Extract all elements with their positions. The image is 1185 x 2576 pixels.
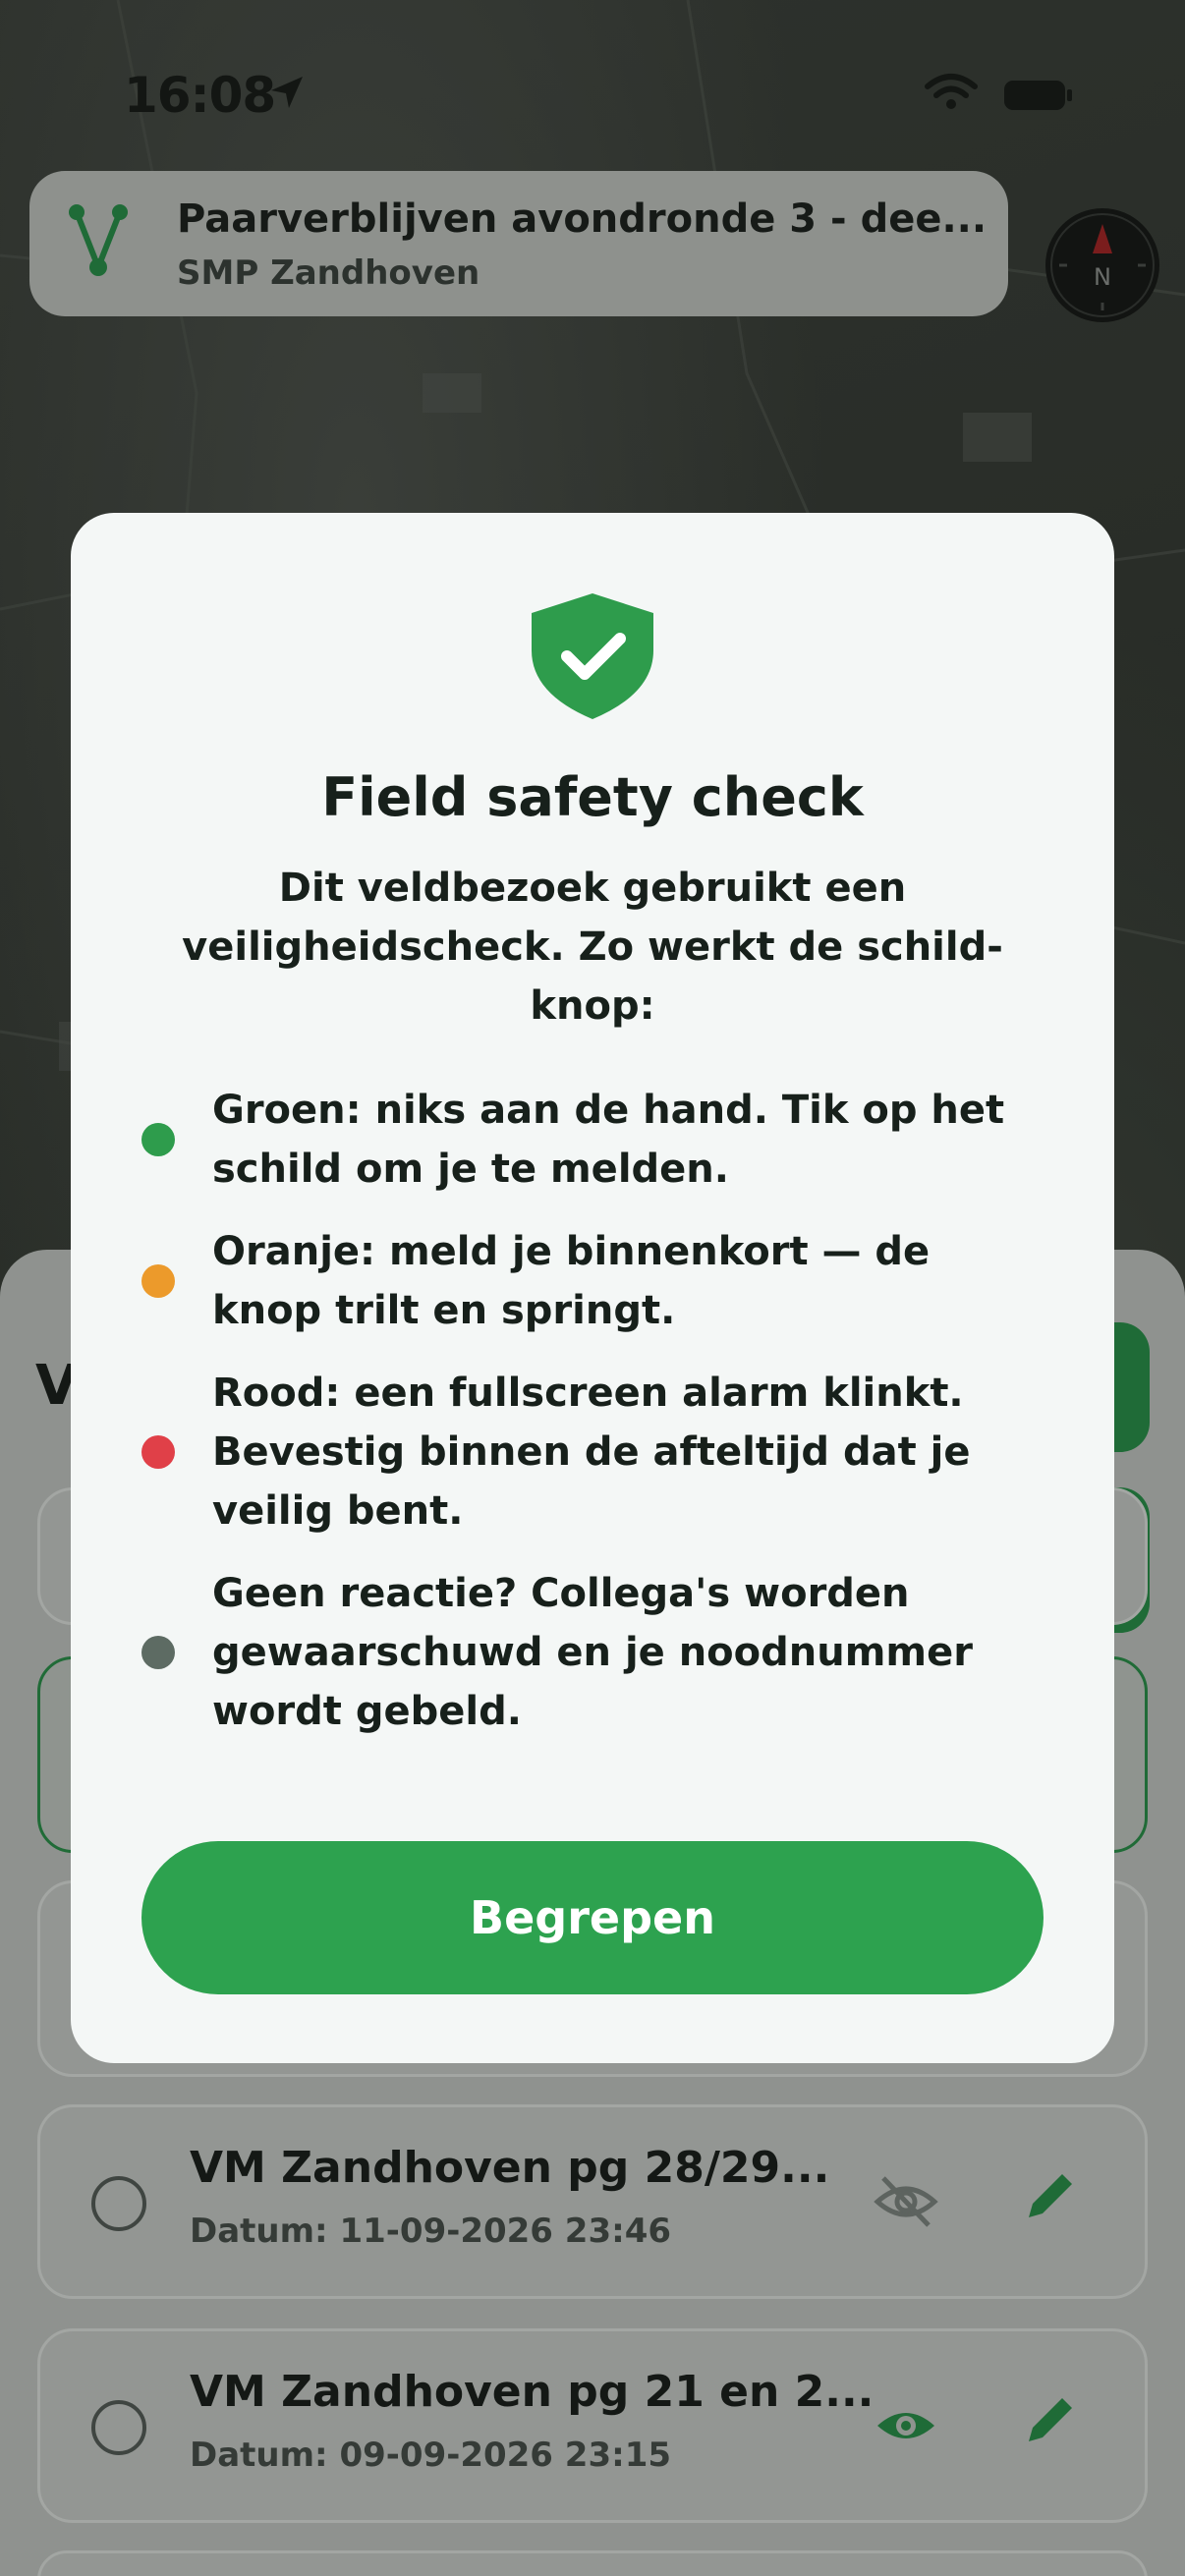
- intro-line: veiligheidscheck. Zo werkt de schild-: [182, 924, 1003, 970]
- item-date: Datum: 11-09-2026 23:46: [190, 2212, 672, 2251]
- route-header-card[interactable]: Paarverblijven avondronde 3 - dee... SMP…: [29, 171, 1008, 316]
- dialog-title: Field safety check: [321, 766, 864, 828]
- battery-icon: [1002, 79, 1073, 116]
- legend-line: gewaarschuwd en je noodnummer: [212, 1630, 973, 1675]
- route-title: Paarverblijven avondronde 3 - dee...: [177, 196, 988, 242]
- item-title: VM Zandhoven pg 21 en 2...: [190, 2367, 875, 2417]
- list-item[interactable]: VM Zandhoven pg 21 en 2... Datum: 09-09-…: [37, 2328, 1148, 2523]
- legend-line: Geen reactie? Collega's worden: [212, 1571, 910, 1616]
- legend-line: veilig bent.: [212, 1488, 464, 1534]
- safety-check-dialog: Field safety check Dit veldbezoek gebrui…: [71, 513, 1114, 2063]
- intro-line: Dit veldbezoek gebruikt een: [278, 866, 907, 911]
- status-dot-grey: [141, 1636, 175, 1669]
- status-dot-green: [141, 1123, 175, 1156]
- status-time: 16:08: [124, 67, 276, 124]
- status-bar: 16:08: [0, 59, 1185, 128]
- list-item[interactable]: VM Zandhoven pg 28/29... Datum: 11-09-20…: [37, 2104, 1148, 2299]
- compass-letter: N: [1094, 263, 1111, 291]
- wifi-icon: [924, 73, 979, 116]
- list-item[interactable]: [37, 2550, 1148, 2576]
- legend-line: Bevestig binnen de afteltijd dat je: [212, 1429, 971, 1475]
- eye-icon[interactable]: [874, 2396, 938, 2459]
- pencil-icon[interactable]: [1019, 2392, 1078, 2455]
- compass-icon[interactable]: N: [1045, 208, 1159, 322]
- item-date: Datum: 09-09-2026 23:15: [190, 2436, 672, 2475]
- legend-line: Oranje: meld je binnenkort — de: [212, 1229, 931, 1274]
- item-title: VM Zandhoven pg 28/29...: [190, 2143, 830, 2193]
- pencil-icon[interactable]: [1019, 2168, 1078, 2231]
- select-radio[interactable]: [91, 2400, 146, 2455]
- legend-line: knop trilt en springt.: [212, 1288, 676, 1333]
- shield-check-icon: [528, 589, 657, 727]
- select-radio[interactable]: [91, 2176, 146, 2231]
- status-dot-orange: [141, 1264, 175, 1298]
- legend-line: Groen: niks aan de hand. Tik op het: [212, 1088, 1005, 1133]
- location-arrow-icon: [267, 73, 307, 116]
- intro-line: knop:: [530, 983, 655, 1029]
- route-icon: [67, 202, 130, 285]
- dialog-intro: Dit veldbezoek gebruikt een veiligheidsc…: [130, 859, 1055, 1036]
- legend-line: schild om je te melden.: [212, 1147, 729, 1192]
- route-subtitle: SMP Zandhoven: [177, 253, 480, 293]
- eye-off-icon[interactable]: [874, 2172, 938, 2235]
- legend-line: wordt gebeld.: [212, 1689, 522, 1734]
- status-dot-red: [141, 1435, 175, 1469]
- begrepen-button[interactable]: Begrepen: [141, 1841, 1044, 1994]
- legend-line: Rood: een fullscreen alarm klinkt.: [212, 1371, 964, 1416]
